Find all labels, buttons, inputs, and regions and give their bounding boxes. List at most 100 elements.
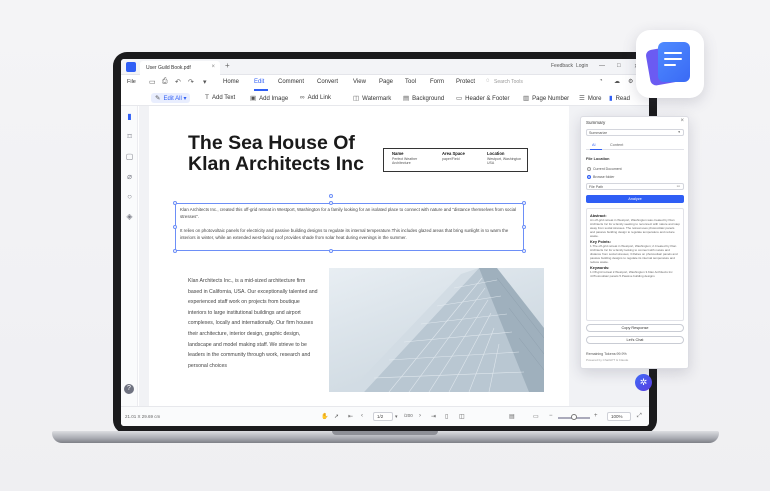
radio-current-document[interactable] xyxy=(587,167,591,171)
page-dropdown-icon[interactable]: ▾ xyxy=(395,414,398,420)
folder-browse-icon: ▭ xyxy=(676,184,680,188)
menu-protect[interactable]: Protect xyxy=(456,79,475,85)
analyze-button[interactable]: Analyze xyxy=(586,195,684,203)
watermark-button[interactable]: ◫ Watermark xyxy=(353,94,391,102)
new-tab-icon[interactable]: + xyxy=(225,61,230,70)
next-page-icon[interactable]: › xyxy=(419,413,421,419)
attachment-icon[interactable]: ⌀ xyxy=(125,172,134,181)
resize-handle-tm[interactable] xyxy=(329,201,333,205)
file-menu[interactable]: File xyxy=(127,79,136,85)
menu-view[interactable]: View xyxy=(353,79,366,85)
abstract-text: An off-grid retreat in Westport, Washing… xyxy=(590,218,680,238)
first-page-icon[interactable]: ⇤ xyxy=(348,413,353,420)
project-info-table[interactable]: Name Perfect Weather Architecture Area S… xyxy=(383,148,528,172)
add-image-button[interactable]: ▣ Add Image xyxy=(250,94,288,102)
page-dimensions: 21.01 X 29.69 cm xyxy=(125,414,161,419)
menu-convert[interactable]: Convert xyxy=(317,79,338,85)
page-title[interactable]: The Sea House Of Klan Architects Inc xyxy=(188,133,398,175)
fullscreen-icon[interactable]: ⤢ xyxy=(637,413,642,420)
login-link[interactable]: Login xyxy=(576,63,588,69)
dropdown-icon[interactable]: ▾ xyxy=(203,78,207,86)
help-icon[interactable]: ? xyxy=(124,384,134,394)
page-number-icon: ▥ xyxy=(523,95,530,102)
more-button[interactable]: ☰ More xyxy=(579,94,602,102)
firm-description[interactable]: Klan Architects Inc., is a mid-sized arc… xyxy=(188,276,318,371)
share-icon[interactable]: ◔ xyxy=(599,78,603,84)
print-icon[interactable]: ⎙ xyxy=(162,78,168,86)
page-number-field[interactable]: 1/2 xyxy=(373,412,393,421)
zoom-slider-handle[interactable] xyxy=(571,414,577,420)
menu-edit[interactable]: Edit xyxy=(254,79,264,85)
background-button[interactable]: ▤ Background xyxy=(403,94,444,102)
badge-front-doc xyxy=(658,42,690,82)
building-photo[interactable] xyxy=(329,268,544,392)
file-path-input[interactable]: File Path ▭ xyxy=(586,183,684,190)
minimize-icon[interactable]: — xyxy=(599,63,605,69)
feedback-link[interactable]: Feedback xyxy=(551,63,573,69)
layers-icon[interactable]: ◈ xyxy=(125,212,134,221)
panel-title: Summary xyxy=(586,120,606,125)
edit-all-button[interactable]: ✎ Edit All ▾ xyxy=(151,93,191,103)
menu-tool[interactable]: Tool xyxy=(405,79,416,85)
resize-handle-bl[interactable] xyxy=(173,249,177,253)
selected-paragraph-1[interactable]: Klan Architects Inc., created this off-g… xyxy=(180,206,520,220)
menu-form[interactable]: Form xyxy=(430,79,444,85)
search-icon[interactable]: ○ xyxy=(125,192,134,201)
tab-content[interactable]: Content xyxy=(610,143,623,147)
resize-handle-tr[interactable] xyxy=(522,201,526,205)
copy-response-button[interactable]: Copy Response xyxy=(586,324,684,332)
two-page-icon[interactable]: ◫ xyxy=(459,413,465,420)
select-tool-icon[interactable]: ➚ xyxy=(334,413,339,420)
read-button[interactable]: ▮ Read xyxy=(609,94,630,102)
resize-handle-ml[interactable] xyxy=(173,225,177,229)
more-label: More xyxy=(587,96,602,102)
menu-page[interactable]: Page xyxy=(379,79,393,85)
edit-pen-icon: ✎ xyxy=(155,95,161,102)
mode-select[interactable]: Summarize ▾ xyxy=(586,129,684,136)
zoom-out-icon[interactable]: − xyxy=(549,413,553,419)
redo-icon[interactable]: ↷ xyxy=(188,78,194,86)
ai-assistant-icon[interactable]: ✲ xyxy=(635,374,652,391)
add-text-button[interactable]: T Add Text xyxy=(205,94,235,101)
last-page-icon[interactable]: ⇥ xyxy=(431,413,436,420)
search-tools-input[interactable]: Search Tools xyxy=(494,79,523,85)
left-sidebar: ▮ ⌑ ▢ ⌀ ○ ◈ ? xyxy=(121,106,138,406)
resize-handle-bm[interactable] xyxy=(329,249,333,253)
title-line-1: The Sea House Of xyxy=(188,132,355,154)
document-tab[interactable]: User Guild Book.pdf × xyxy=(140,61,220,75)
zoom-level-field[interactable]: 100% xyxy=(607,412,631,421)
file-location-label: File Location xyxy=(586,157,610,161)
add-link-button[interactable]: ∞ Add Link xyxy=(300,94,331,101)
comment-icon[interactable]: ▢ xyxy=(125,152,134,161)
maximize-icon[interactable]: □ xyxy=(617,63,621,69)
document-canvas: The Sea House Of Klan Architects Inc Nam… xyxy=(139,106,649,406)
tab-close-icon[interactable]: × xyxy=(211,64,215,70)
page-number-button[interactable]: ▥ Page Number xyxy=(523,94,569,102)
prev-page-icon[interactable]: ‹ xyxy=(361,413,363,419)
fit-width-icon[interactable]: ▭ xyxy=(533,413,539,420)
header-footer-button[interactable]: ▭ Header & Footer xyxy=(456,94,510,102)
resize-handle-mr[interactable] xyxy=(522,225,526,229)
settings-icon[interactable]: ⚙ xyxy=(628,78,633,85)
lets-chat-button[interactable]: Let's Chat xyxy=(586,336,684,344)
resize-handle-br[interactable] xyxy=(522,249,526,253)
zoom-in-icon[interactable]: + xyxy=(594,413,598,419)
single-page-icon[interactable]: ▯ xyxy=(445,413,448,420)
cloud-icon[interactable]: ☁ xyxy=(614,78,620,85)
undo-icon[interactable]: ↶ xyxy=(175,78,181,86)
folder-icon[interactable]: ▭ xyxy=(149,78,156,86)
file-path-placeholder: File Path xyxy=(589,185,604,189)
thumbnails-icon[interactable]: ▮ xyxy=(125,112,134,121)
hand-tool-icon[interactable]: ✋ xyxy=(321,413,328,420)
menu-home[interactable]: Home xyxy=(223,79,239,85)
app-badge xyxy=(636,30,704,98)
bookmark-icon[interactable]: ⌑ xyxy=(125,132,134,141)
selected-paragraph-2[interactable]: It relies on photovoltaic panels for ele… xyxy=(180,227,520,241)
menu-comment[interactable]: Comment xyxy=(278,79,304,85)
panel-close-icon[interactable]: × xyxy=(680,118,684,124)
tab-ai[interactable]: AI xyxy=(592,143,596,147)
radio-browse-folder[interactable] xyxy=(587,175,591,179)
page-layout-icon[interactable]: ▤ xyxy=(509,413,515,420)
rotate-handle[interactable] xyxy=(329,194,333,198)
resize-handle-tl[interactable] xyxy=(173,201,177,205)
